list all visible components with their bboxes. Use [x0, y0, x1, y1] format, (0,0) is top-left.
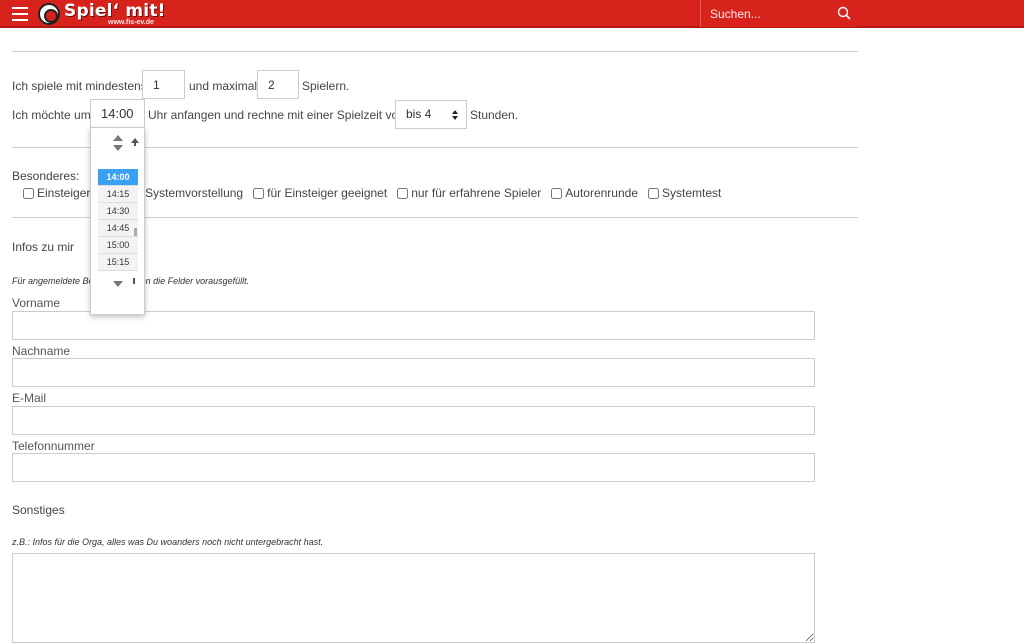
minute-up-icon[interactable]: [131, 137, 139, 147]
sonstiges-textarea[interactable]: [12, 553, 815, 643]
checkbox[interactable]: [23, 187, 34, 199]
nachname-label: Nachname: [12, 344, 71, 358]
sonstiges-heading: Sonstiges: [12, 503, 65, 517]
select-arrows-icon: [452, 110, 458, 120]
time-middle: Uhr anfangen und rechne mit einer Spielz…: [148, 108, 405, 122]
email-field[interactable]: [12, 406, 815, 435]
logo-title: Spiel‘ mit!: [64, 0, 166, 21]
time-picker-popup: 14:00 14:15 14:30 14:45 15:00 15:15: [90, 127, 145, 315]
duration-select[interactable]: bis 4: [395, 100, 467, 129]
telefon-field[interactable]: [12, 453, 815, 482]
time-prefix: Ich möchte um: [12, 108, 91, 122]
players-suffix: Spielern.: [302, 79, 350, 93]
time-option[interactable]: 15:00: [98, 237, 138, 254]
time-option[interactable]: 14:45: [98, 220, 138, 237]
checkbox[interactable]: [397, 187, 409, 199]
time-list: 14:00 14:15 14:30 14:45 15:00 15:15: [98, 169, 138, 273]
duration-value: bis 4: [406, 107, 432, 121]
option-systemvorstellung[interactable]: Systemvorstellung: [131, 186, 243, 200]
vorname-field[interactable]: [12, 311, 815, 340]
time-option[interactable]: 14:00: [98, 169, 138, 186]
option-systemtest[interactable]: Systemtest: [648, 186, 721, 200]
logo-badge-icon: [38, 3, 60, 25]
time-option[interactable]: 14:30: [98, 203, 138, 220]
max-players-input[interactable]: [257, 70, 299, 99]
time-option[interactable]: 14:15: [98, 186, 138, 203]
players-middle: und maximal: [189, 79, 258, 93]
checkbox[interactable]: [253, 187, 265, 199]
divider: [12, 51, 858, 52]
vorname-label: Vorname: [12, 296, 61, 310]
minute-down-icon[interactable]: [131, 278, 137, 284]
menu-icon[interactable]: [12, 7, 28, 21]
logo-subtitle: www.fis-ev.de: [108, 18, 154, 26]
hour-up-icon[interactable]: [112, 134, 124, 142]
checkbox[interactable]: [648, 187, 659, 199]
site-logo[interactable]: Spiel‘ mit! www.fis-ev.de: [38, 1, 166, 27]
time-option[interactable]: 15:15: [98, 254, 138, 271]
search-icon[interactable]: [837, 6, 851, 20]
infos-heading: Infos zu mir: [12, 240, 75, 254]
list-down-icon[interactable]: [112, 280, 124, 288]
option-erfahrene-spieler[interactable]: nur für erfahrene Spieler: [397, 186, 541, 200]
checkbox[interactable]: [551, 187, 563, 199]
besonderes-label: Besonderes:: [12, 169, 80, 183]
option-autorenrunde[interactable]: Autorenrunde: [551, 186, 638, 200]
hour-down-icon[interactable]: [112, 144, 124, 152]
start-time-input[interactable]: 14:00: [90, 99, 145, 128]
sonstiges-note: z.B.: Infos für die Orga, alles was Du w…: [12, 537, 324, 547]
time-list-scrollbar[interactable]: [134, 228, 137, 236]
players-prefix: Ich spiele mit mindestens: [12, 79, 147, 93]
time-suffix: Stunden.: [470, 108, 519, 122]
nachname-field[interactable]: [12, 358, 815, 387]
min-players-input[interactable]: [142, 70, 185, 99]
option-einsteiger-geeignet[interactable]: für Einsteiger geeignet: [253, 186, 387, 200]
email-label: E-Mail: [12, 391, 47, 405]
telefon-label: Telefonnummer: [12, 439, 95, 453]
search-box: [700, 0, 857, 27]
search-input[interactable]: [701, 0, 831, 27]
top-bar: Spiel‘ mit! www.fis-ev.de: [0, 0, 1024, 28]
